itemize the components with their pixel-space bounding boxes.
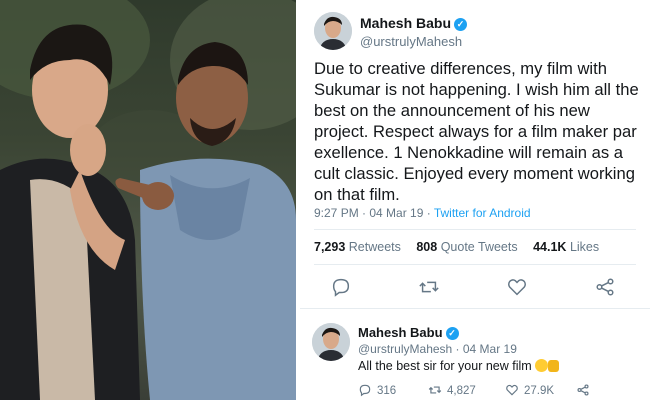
divider xyxy=(314,229,636,230)
author-handle[interactable]: @urstrulyMahesh · 04 Mar 19 xyxy=(358,342,517,356)
author-name-text: Mahesh Babu xyxy=(360,15,452,31)
likes-count: 44.1K xyxy=(533,240,567,254)
avatar-icon xyxy=(314,12,352,50)
avatar[interactable] xyxy=(314,12,352,50)
author-name-text: Mahesh Babu xyxy=(358,325,443,340)
retweets-label: Retweets xyxy=(348,240,401,254)
reply-text-row: All the best sir for your new film xyxy=(358,359,560,373)
share-icon xyxy=(577,384,589,396)
retweet-action[interactable]: 4,827 xyxy=(428,383,476,397)
share-action[interactable] xyxy=(576,383,595,397)
reply-text: All the best sir for your new film xyxy=(358,359,532,373)
reply-icon xyxy=(359,384,371,397)
quotes-stat[interactable]: 808 Quote Tweets xyxy=(416,240,517,254)
author-handle[interactable]: @urstrulyMahesh xyxy=(360,34,462,49)
divider xyxy=(314,264,636,265)
verified-badge-icon: ✓ xyxy=(454,18,468,31)
reply-tweet: Mahesh Babu ✓ @urstrulyMahesh · 04 Mar 19… xyxy=(300,308,650,401)
like-count: 27.9K xyxy=(524,385,555,397)
tweet-photo xyxy=(0,0,296,400)
tweet-text: Due to creative differences, my film wit… xyxy=(314,59,639,204)
avatar-icon xyxy=(312,323,350,361)
verified-badge-icon: ✓ xyxy=(445,327,459,340)
avatar[interactable] xyxy=(312,323,350,361)
tweet-meta: 9:27 PM · 04 Mar 19 · Twitter for Androi… xyxy=(314,206,531,220)
likes-label: Likes xyxy=(569,240,600,254)
tweet-stats: 7,293 Retweets 808 Quote Tweets 44.1K Li… xyxy=(314,240,611,254)
retweet-count: 4,827 xyxy=(447,385,476,397)
reply-icon[interactable] xyxy=(330,276,352,298)
like-action[interactable]: 27.9K xyxy=(505,383,554,397)
retweet-icon xyxy=(428,386,442,394)
share-icon[interactable] xyxy=(594,276,616,298)
thumbs-up-emoji-icon xyxy=(548,360,560,372)
main-tweet: Mahesh Babu ✓ @urstrulyMahesh Due to crea… xyxy=(300,0,650,308)
retweets-count: 7,293 xyxy=(314,240,346,254)
tweet-timestamp[interactable]: 9:27 PM · 04 Mar 19 · xyxy=(314,206,434,220)
likes-stat[interactable]: 44.1K Likes xyxy=(533,240,599,254)
smile-emoji-icon xyxy=(535,359,549,372)
retweets-stat[interactable]: 7,293 Retweets xyxy=(314,240,401,254)
tweet-source[interactable]: Twitter for Android xyxy=(434,206,531,220)
quotes-label: Quote Tweets xyxy=(440,240,518,254)
author-name[interactable]: Mahesh Babu ✓ xyxy=(358,325,459,340)
like-icon xyxy=(506,384,518,396)
retweet-icon[interactable] xyxy=(418,276,440,298)
like-icon[interactable] xyxy=(506,276,528,298)
quotes-count: 808 xyxy=(416,240,438,254)
photo-illustration xyxy=(0,0,296,400)
reply-action[interactable]: 316 xyxy=(358,383,396,397)
reply-count: 316 xyxy=(377,385,397,397)
author-name[interactable]: Mahesh Babu ✓ xyxy=(360,15,468,31)
